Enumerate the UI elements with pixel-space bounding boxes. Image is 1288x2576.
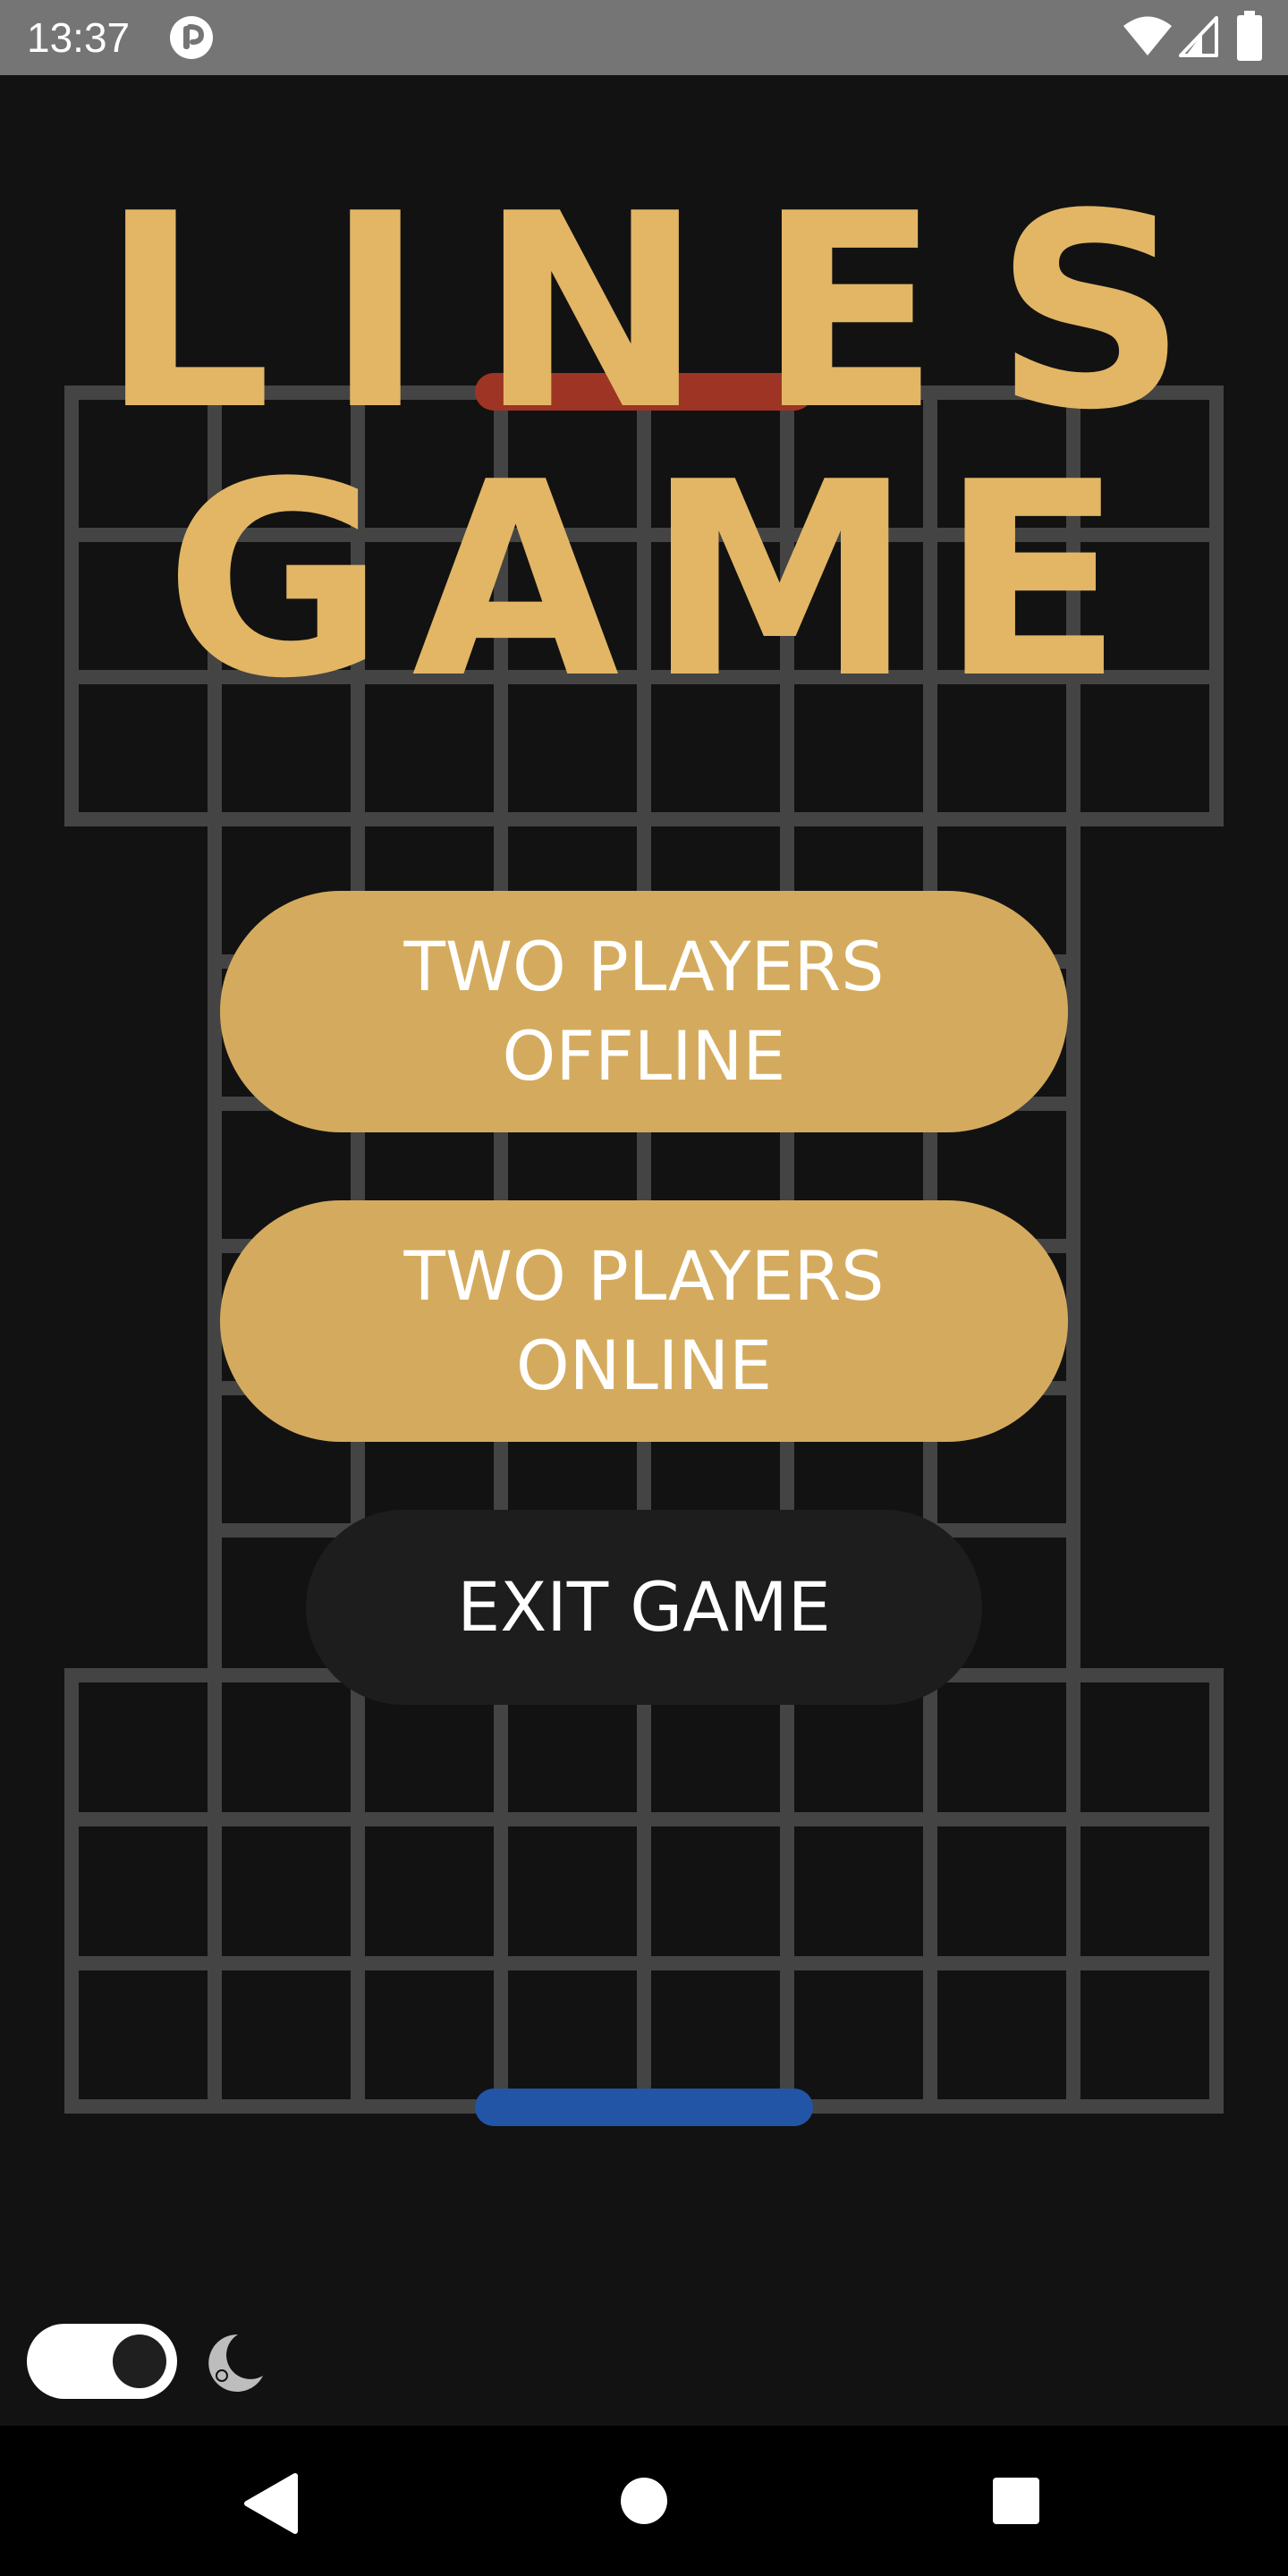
moon-icon bbox=[208, 2334, 263, 2392]
toggle-knob bbox=[113, 2334, 166, 2388]
wifi-icon bbox=[1123, 16, 1172, 55]
button-label-line-1: TWO PLAYERS bbox=[403, 927, 885, 1006]
back-icon[interactable] bbox=[242, 2472, 301, 2535]
status-bar: 13:37 bbox=[0, 0, 1288, 75]
button-label: TWO PLAYERS OFFLINE bbox=[403, 922, 884, 1101]
button-label: EXIT GAME bbox=[457, 1567, 831, 1647]
status-time: 13:37 bbox=[27, 14, 131, 61]
button-label-line-1: TWO PLAYERS bbox=[403, 1236, 885, 1316]
home-icon[interactable] bbox=[619, 2476, 669, 2526]
button-label-line-2: OFFLINE bbox=[502, 1016, 786, 1096]
game-title-line-1: LINES bbox=[100, 157, 1241, 469]
game-title-line-2: GAME bbox=[165, 425, 1150, 737]
button-label-line-2: ONLINE bbox=[515, 1326, 773, 1405]
dark-mode-toggle[interactable] bbox=[27, 2324, 177, 2399]
recents-icon[interactable] bbox=[991, 2476, 1041, 2526]
two-players-offline-button[interactable]: TWO PLAYERS OFFLINE bbox=[220, 891, 1068, 1132]
signal-icon bbox=[1179, 16, 1218, 57]
two-players-online-button[interactable]: TWO PLAYERS ONLINE bbox=[220, 1200, 1068, 1442]
app-notification-icon bbox=[170, 16, 213, 59]
exit-game-button[interactable]: EXIT GAME bbox=[306, 1510, 982, 1705]
navigation-bar bbox=[0, 2426, 1288, 2576]
button-label: TWO PLAYERS ONLINE bbox=[403, 1232, 884, 1411]
battery-icon bbox=[1237, 11, 1262, 61]
